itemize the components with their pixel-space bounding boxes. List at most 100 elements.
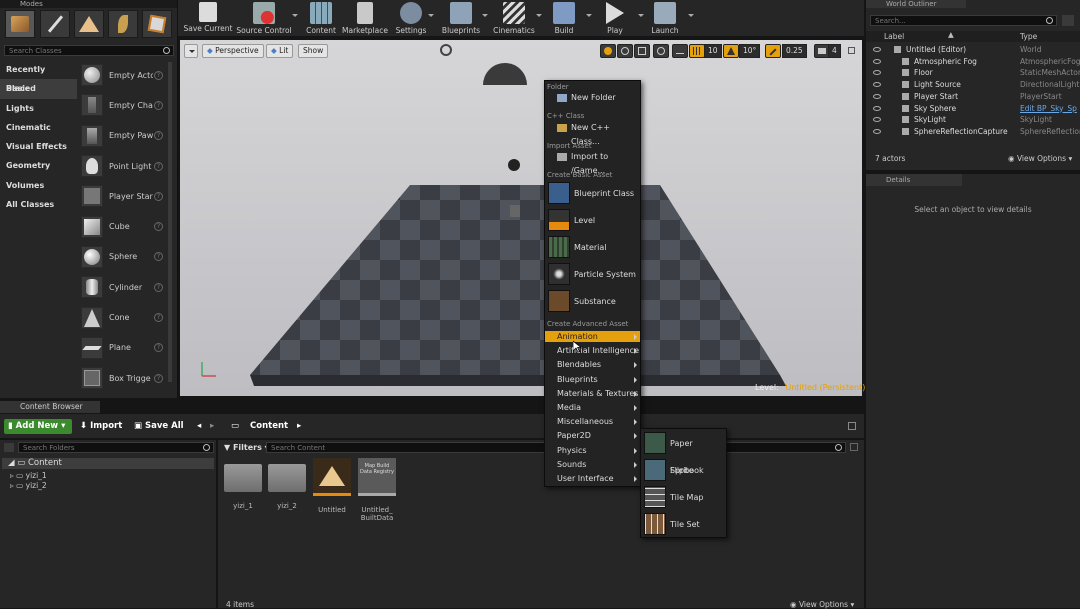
menu-item-advanced[interactable]: Animation xyxy=(545,331,640,342)
menu-item-advanced[interactable]: Physics xyxy=(545,445,640,456)
grid-snap-value[interactable]: 10 xyxy=(704,44,722,58)
menu-item-advanced[interactable]: Blueprints xyxy=(545,374,640,385)
eye-icon[interactable] xyxy=(873,47,881,52)
play-button[interactable]: Play xyxy=(600,0,630,36)
class-item[interactable]: Empty Paw? xyxy=(79,121,167,151)
help-icon[interactable]: ? xyxy=(154,343,163,353)
menu-item-advanced[interactable]: Materials & Textures xyxy=(545,388,640,399)
sources-toggle-icon[interactable] xyxy=(4,443,14,452)
asset-tile[interactable]: yizi_2 xyxy=(267,458,307,510)
help-icon[interactable]: ? xyxy=(154,313,163,323)
menu-item-level[interactable]: Level xyxy=(545,207,640,234)
landscape-mode-button[interactable] xyxy=(74,10,104,38)
eye-icon[interactable] xyxy=(873,82,881,88)
outliner-row[interactable]: Atmospheric Fog AtmosphericFog xyxy=(866,56,1080,68)
paint-mode-button[interactable] xyxy=(40,10,70,38)
marketplace-button[interactable]: Marketplace xyxy=(342,0,388,36)
build-dropdown[interactable] xyxy=(586,14,592,17)
maximize-viewport-icon[interactable] xyxy=(848,47,855,54)
scale-tool-button[interactable] xyxy=(634,44,650,58)
tree-child-1[interactable]: ▹ ▭ yizi_1 xyxy=(10,471,47,481)
grid-snap-button[interactable] xyxy=(689,44,705,58)
class-item[interactable]: Empty Actc? xyxy=(79,60,167,90)
menu-item-advanced[interactable]: Sounds xyxy=(545,459,640,470)
perspective-button[interactable]: ◆ Perspective xyxy=(202,44,264,58)
help-icon[interactable]: ? xyxy=(154,161,163,171)
rotation-snap-value[interactable]: 10° xyxy=(739,44,761,58)
help-icon[interactable]: ? xyxy=(154,373,163,383)
outliner-row[interactable]: Floor StaticMeshActor xyxy=(866,67,1080,79)
category-item[interactable]: Recently Placed xyxy=(0,60,77,93)
forward-button[interactable]: ▸ xyxy=(210,419,214,434)
search-folders-input[interactable]: Search Folders xyxy=(18,442,214,453)
launch-dropdown[interactable] xyxy=(688,14,694,17)
geometry-mode-button[interactable] xyxy=(142,10,172,38)
world-local-button[interactable] xyxy=(653,44,669,58)
source-control-dropdown[interactable] xyxy=(292,14,298,17)
help-icon[interactable]: ? xyxy=(154,191,163,201)
outliner-row[interactable]: Light Source DirectionalLight xyxy=(866,79,1080,91)
content-button[interactable]: Content xyxy=(304,0,338,36)
back-button[interactable]: ◂ xyxy=(197,419,201,434)
save-all-button[interactable]: ▣ Save All xyxy=(134,419,184,434)
class-item[interactable]: Cylinder? xyxy=(79,272,167,302)
blueprints-dropdown[interactable] xyxy=(482,14,488,17)
rotation-snap-button[interactable] xyxy=(723,44,739,58)
class-item[interactable]: Cube? xyxy=(79,211,167,241)
content-browser-tab[interactable]: Content Browser xyxy=(0,401,100,413)
search-classes-input[interactable]: Search Classes xyxy=(4,45,174,56)
viewport-options-button[interactable] xyxy=(184,44,198,58)
help-icon[interactable]: ? xyxy=(154,100,163,110)
outliner-row[interactable]: Player Start PlayerStart xyxy=(866,91,1080,103)
world-outliner-tab[interactable]: World Outliner xyxy=(866,0,966,8)
modes-tab[interactable]: Modes xyxy=(0,0,177,8)
path-breadcrumb[interactable]: ▭ Content ▸ xyxy=(231,419,301,434)
category-item[interactable]: Visual Effects xyxy=(0,137,77,156)
menu-item-import-to-game[interactable]: Import to /Game... xyxy=(545,150,640,175)
play-dropdown[interactable] xyxy=(638,14,644,17)
save-current-button[interactable]: Save Current xyxy=(184,0,232,36)
settings-button[interactable]: Settings xyxy=(394,0,428,36)
submenu-item-tile-map[interactable]: Tile Map xyxy=(641,484,726,511)
camera-speed-value[interactable]: 4 xyxy=(828,44,841,58)
outliner-row[interactable]: Untitled (Editor) World xyxy=(866,44,1080,56)
outliner-view-toggle[interactable] xyxy=(1062,15,1074,26)
submenu-item-tile-set[interactable]: Tile Set xyxy=(641,511,726,538)
category-item[interactable]: Lights xyxy=(0,99,77,118)
category-item[interactable]: All Classes xyxy=(0,195,77,214)
menu-item-advanced[interactable]: User Interface xyxy=(545,473,640,484)
details-tab[interactable]: Details xyxy=(866,174,962,186)
menu-item-material[interactable]: Material xyxy=(545,234,640,261)
help-icon[interactable]: ? xyxy=(154,252,163,262)
menu-item-particle-system[interactable]: Particle System xyxy=(545,261,640,288)
tree-content-root[interactable]: ◢ ▭ Content xyxy=(2,458,214,469)
source-control-button[interactable]: Source Control xyxy=(236,0,292,36)
save-search-icon[interactable] xyxy=(850,443,858,451)
help-icon[interactable]: ? xyxy=(154,131,163,141)
import-button[interactable]: ⬇ Import xyxy=(80,419,122,434)
class-list-scrollbar[interactable] xyxy=(168,62,172,382)
scale-snap-value[interactable]: 0.25 xyxy=(782,44,807,58)
menu-item-advanced[interactable]: Blendables xyxy=(545,359,640,370)
class-item[interactable]: Sphere? xyxy=(79,242,167,272)
outliner-search-input[interactable]: Search... xyxy=(870,15,1057,26)
menu-item-advanced[interactable]: Miscellaneous xyxy=(545,416,640,427)
outliner-row[interactable]: SkyLight SkyLight xyxy=(866,114,1080,126)
show-button[interactable]: Show xyxy=(298,44,329,58)
submenu-item-paper-flipbook[interactable]: Paper Flipbook xyxy=(641,430,726,475)
eye-icon[interactable] xyxy=(873,128,881,134)
class-item[interactable]: Player Star? xyxy=(79,181,167,211)
blueprints-button[interactable]: Blueprints xyxy=(440,0,482,36)
col-label-header[interactable]: Label xyxy=(884,31,904,42)
eye-icon[interactable] xyxy=(873,70,881,76)
cinematics-button[interactable]: Cinematics xyxy=(492,0,536,36)
class-item[interactable]: Plane? xyxy=(79,333,167,363)
surface-snap-button[interactable] xyxy=(672,44,688,58)
help-icon[interactable]: ? xyxy=(154,70,163,80)
foliage-mode-button[interactable] xyxy=(108,10,138,38)
lock-icon[interactable] xyxy=(848,422,856,430)
launch-button[interactable]: Launch xyxy=(650,0,680,36)
category-item[interactable]: Geometry xyxy=(0,156,77,175)
add-new-button[interactable]: ▮ Add New ▾ xyxy=(4,419,72,434)
submenu-item-sprite[interactable]: Sprite xyxy=(641,457,726,484)
